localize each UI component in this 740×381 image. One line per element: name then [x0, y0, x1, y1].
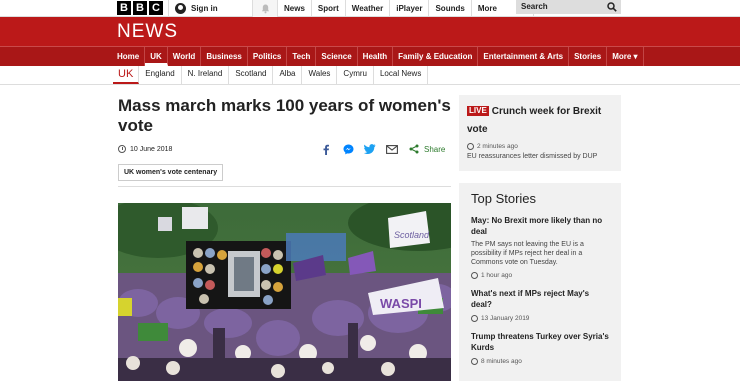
uk-subnav: UK England N. Ireland Scotland Alba Wale…	[0, 66, 740, 85]
signin-button[interactable]: Sign in	[168, 0, 252, 17]
top-story-item[interactable]: May: No Brexit more likely than no deal …	[471, 215, 609, 279]
section-home[interactable]: Home	[112, 47, 146, 66]
notifications-button[interactable]	[252, 0, 278, 17]
section-politics[interactable]: Politics	[248, 47, 288, 66]
top-story-time-text: 8 minutes ago	[481, 358, 522, 365]
live-badge: LIVE	[467, 106, 489, 116]
search-input[interactable]: Search	[516, 0, 621, 14]
top-story-time: 13 January 2019	[471, 315, 609, 322]
share-label[interactable]: Share	[424, 145, 445, 154]
nav-news[interactable]: News	[278, 0, 312, 17]
nav-iplayer[interactable]: iPlayer	[390, 0, 430, 17]
bbc-logo[interactable]: B B C	[117, 1, 163, 15]
logo-letter-b1: B	[117, 1, 131, 15]
article-date: 10 June 2018	[118, 145, 172, 153]
top-story-title[interactable]: May: No Brexit more likely than no deal	[471, 215, 609, 237]
article-headline: Mass march marks 100 years of women's vo…	[118, 96, 451, 135]
section-uk[interactable]: UK	[145, 47, 168, 66]
subnav-england[interactable]: England	[139, 66, 182, 84]
bbc-global-nav: B B C Sign in News Sport Weather iPlayer…	[0, 0, 740, 17]
clock-icon	[471, 272, 478, 279]
section-stories[interactable]: Stories	[569, 47, 608, 66]
subnav-local-news[interactable]: Local News	[374, 66, 429, 84]
top-story-summary: The PM says not leaving the EU is a poss…	[471, 241, 584, 266]
user-icon	[175, 3, 186, 14]
news-section-nav: Home UK World Business Politics Tech Sci…	[0, 46, 740, 66]
section-health[interactable]: Health	[358, 47, 394, 66]
live-promo[interactable]: LIVE Crunch week for Brexit vote 2 minute…	[459, 95, 621, 171]
top-story-time-text: 1 hour ago	[481, 272, 513, 279]
subnav-scotland[interactable]: Scotland	[229, 66, 274, 84]
top-story-time: 1 hour ago	[471, 272, 609, 279]
section-more[interactable]: More ▾	[607, 47, 644, 66]
top-story-time-text: 13 January 2019	[481, 315, 530, 322]
nav-sounds[interactable]: Sounds	[429, 0, 472, 17]
share-tools: Share	[320, 143, 445, 155]
top-story-item[interactable]: What's next if MPs reject May's deal? 13…	[471, 288, 609, 322]
share-icon[interactable]	[408, 143, 420, 155]
section-family-education[interactable]: Family & Education	[393, 47, 479, 66]
live-time-text: 2 minutes ago	[477, 143, 518, 150]
section-entertainment-arts[interactable]: Entertainment & Arts	[478, 47, 570, 66]
news-logo[interactable]: NEWS	[117, 21, 178, 43]
clock-icon	[471, 315, 478, 322]
signin-label: Sign in	[191, 4, 218, 13]
live-summary: EU reassurances letter dismissed by DUP	[467, 153, 598, 160]
search-icon[interactable]	[607, 2, 617, 12]
section-business[interactable]: Business	[201, 47, 248, 66]
top-story-title[interactable]: What's next if MPs reject May's deal?	[471, 288, 609, 310]
nav-sport[interactable]: Sport	[312, 0, 346, 17]
article-divider	[118, 186, 451, 187]
subnav-wales[interactable]: Wales	[302, 66, 338, 84]
subnav-uk[interactable]: UK	[113, 66, 140, 84]
clock-icon	[471, 358, 478, 365]
section-tech[interactable]: Tech	[287, 47, 317, 66]
clock-icon	[118, 145, 126, 153]
email-icon[interactable]	[386, 143, 398, 155]
march-photo: Scotland WASPI	[118, 203, 451, 381]
photo-banner-text-waspi: WASPI	[380, 296, 422, 311]
global-nav-links: News Sport Weather iPlayer Sounds More	[278, 0, 534, 17]
bell-icon	[261, 4, 269, 13]
top-stories: Top Stories May: No Brexit more likely t…	[459, 183, 621, 381]
logo-letter-c: C	[149, 1, 163, 15]
nav-weather[interactable]: Weather	[346, 0, 391, 17]
news-masthead: NEWS	[0, 17, 740, 46]
top-story-time: 8 minutes ago	[471, 358, 609, 365]
subnav-cymru[interactable]: Cymru	[337, 66, 374, 84]
live-time: 2 minutes ago	[467, 143, 613, 150]
top-stories-heading: Top Stories	[471, 191, 537, 206]
section-science[interactable]: Science	[316, 47, 358, 66]
section-world[interactable]: World	[168, 47, 202, 66]
logo-letter-b2: B	[133, 1, 147, 15]
photo-banner-text-scotland: Scotland	[394, 230, 430, 240]
clock-icon	[467, 143, 474, 150]
subnav-n-ireland[interactable]: N. Ireland	[182, 66, 230, 84]
article-date-text: 10 June 2018	[130, 145, 173, 153]
top-story-item[interactable]: Trump threatens Turkey over Syria's Kurd…	[471, 331, 609, 365]
search-placeholder: Search	[521, 2, 548, 11]
facebook-icon[interactable]	[320, 143, 332, 155]
topic-tag[interactable]: UK women's vote centenary	[118, 164, 224, 181]
twitter-icon[interactable]	[364, 143, 376, 155]
subnav-alba[interactable]: Alba	[273, 66, 303, 84]
live-headline: LIVE Crunch week for Brexit vote	[467, 101, 613, 137]
top-story-title[interactable]: Trump threatens Turkey over Syria's Kurd…	[471, 331, 609, 353]
messenger-icon[interactable]	[342, 143, 354, 155]
